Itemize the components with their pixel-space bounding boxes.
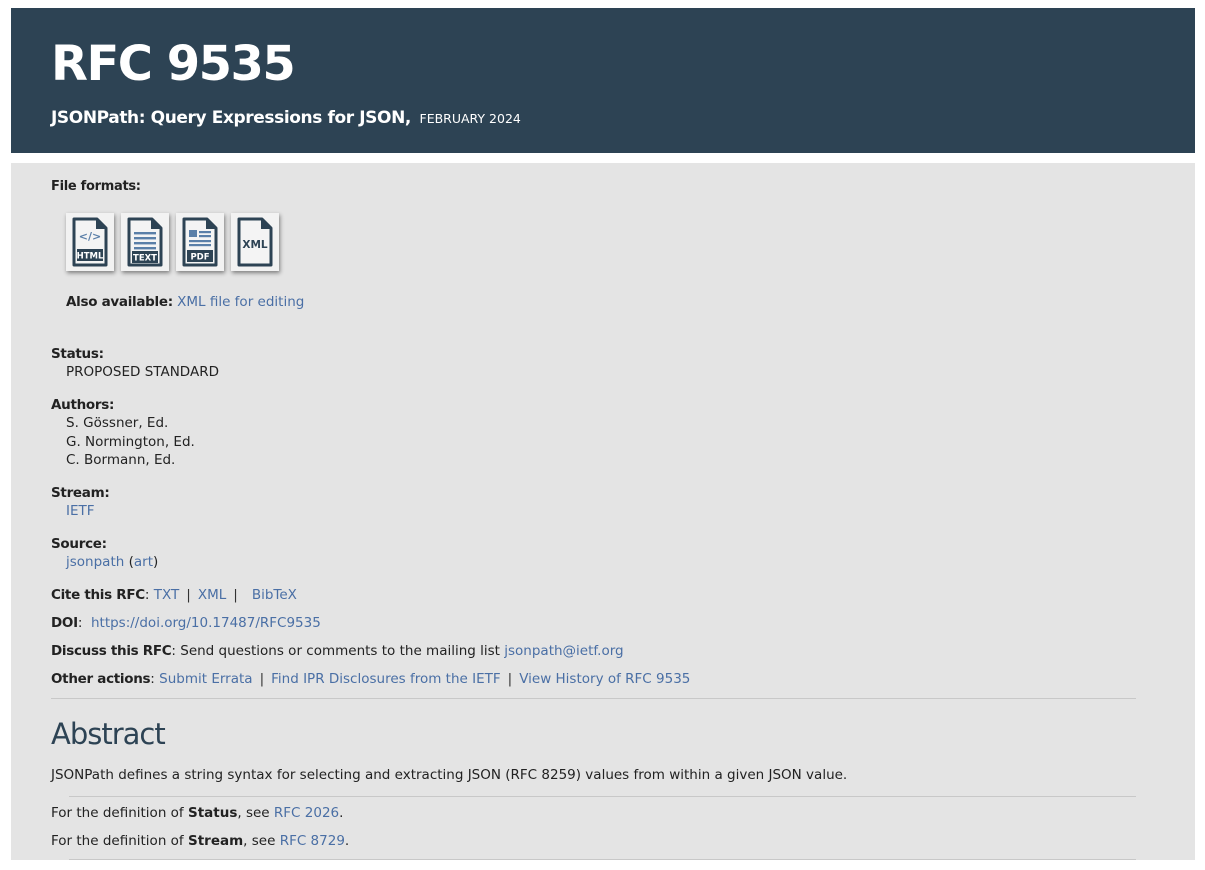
status-value: PROPOSED STANDARD (66, 364, 219, 380)
doi-link[interactable]: https://doi.org/10.17487/RFC9535 (91, 615, 321, 631)
view-history-link[interactable]: View History of RFC 9535 (519, 671, 690, 687)
source-value: jsonpath (art) (66, 553, 158, 571)
discuss-row: Discuss this RFC: Send questions or comm… (51, 642, 624, 660)
html-icon-label: HTML (77, 252, 104, 262)
definition-suffix: . (339, 805, 344, 821)
abstract-heading: Abstract (51, 717, 166, 751)
xml-format-button[interactable]: XML (231, 213, 279, 271)
submit-errata-link[interactable]: Submit Errata (159, 671, 252, 687)
author-item: C. Bormann, Ed. (66, 452, 176, 468)
stream-definition: For the definition of Stream, see RFC 87… (51, 832, 349, 850)
cite-xml-link[interactable]: XML (198, 587, 226, 603)
separator: | (233, 587, 238, 603)
cite-label: Cite this RFC (51, 587, 145, 603)
authors-label: Authors: (51, 397, 115, 413)
definition-mid: , see (237, 805, 270, 821)
divider (51, 698, 1136, 699)
rfc8729-link[interactable]: RFC 8729 (280, 833, 345, 849)
status-definition: For the definition of Status, see RFC 20… (51, 804, 343, 822)
discuss-text: : Send questions or comments to the mail… (171, 643, 500, 659)
doi-row: DOI: https://doi.org/10.17487/RFC9535 (51, 614, 321, 632)
cite-row: Cite this RFC: TXT | XML | BibTeX (51, 586, 297, 604)
definition-prefix: For the definition of (51, 805, 184, 821)
other-actions-label: Other actions (51, 671, 151, 687)
xml-editing-link[interactable]: XML file for editing (177, 294, 304, 310)
source-art-link[interactable]: art (134, 554, 153, 570)
author-item: S. Gössner, Ed. (66, 415, 169, 431)
doi-label: DOI (51, 615, 78, 631)
definition-mid: , see (243, 833, 276, 849)
rfc-subtitle: JSONPath: Query Expressions for JSON, FE… (51, 108, 521, 128)
discuss-label: Discuss this RFC (51, 643, 172, 659)
pdf-file-icon: PDF (182, 217, 218, 267)
also-available-label: Also available: (66, 294, 173, 310)
text-icon-label: TEXT (133, 254, 157, 264)
svg-text:</>: </> (79, 230, 101, 243)
author-item: G. Normington, Ed. (66, 433, 195, 450)
stream-link[interactable]: IETF (66, 503, 95, 519)
rfc-header: RFC 9535 JSONPath: Query Expressions for… (11, 8, 1195, 153)
cite-bibtex-link[interactable]: BibTeX (252, 587, 297, 603)
definition-term: Stream (187, 833, 244, 849)
stream-value: IETF (66, 502, 95, 520)
doi-colon: : (77, 615, 83, 631)
xml-file-icon: XML (237, 217, 273, 267)
text-file-icon: TEXT (127, 217, 163, 267)
html-file-icon: </> HTML (72, 217, 108, 267)
xml-icon-label: XML (242, 239, 268, 251)
pdf-format-button[interactable]: PDF (176, 213, 224, 271)
pdf-icon-label: PDF (190, 253, 209, 263)
source-close-paren: ) (153, 554, 159, 570)
rfc-title: RFC 9535 (51, 36, 296, 92)
definition-prefix: For the definition of (51, 833, 184, 849)
other-actions-row: Other actions: Submit Errata | Find IPR Di… (51, 670, 690, 688)
source-link[interactable]: jsonpath (66, 554, 124, 570)
divider (69, 859, 1136, 860)
definition-term: Status (187, 805, 238, 821)
definition-suffix: . (344, 833, 350, 849)
cite-txt-link[interactable]: TXT (154, 587, 180, 603)
separator: | (186, 587, 191, 603)
stream-label: Stream: (51, 485, 110, 501)
authors-list: S. Gössner, Ed. G. Normington, Ed. C. Bo… (66, 414, 195, 470)
cite-colon: : (144, 587, 150, 603)
source-label: Source: (51, 536, 107, 552)
rfc-info-panel: File formats: </> HTML TEXT PDF XML Also… (11, 163, 1195, 860)
rfc-date: FEBRUARY 2024 (419, 111, 521, 126)
text-format-button[interactable]: TEXT (121, 213, 169, 271)
abstract-text: JSONPath defines a string syntax for sel… (51, 767, 848, 783)
status-label: Status: (51, 346, 104, 362)
separator: | (507, 671, 513, 687)
also-available: Also available: XML file for editing (66, 293, 304, 311)
divider (69, 796, 1136, 797)
rfc2026-link[interactable]: RFC 2026 (274, 805, 339, 821)
mailing-list-link[interactable]: jsonpath@ietf.org (504, 643, 623, 659)
separator: | (259, 671, 265, 687)
file-formats-label: File formats: (51, 179, 141, 194)
ipr-disclosures-link[interactable]: Find IPR Disclosures from the IETF (271, 671, 501, 687)
file-formats-list: </> HTML TEXT PDF XML (66, 213, 279, 271)
html-format-button[interactable]: </> HTML (66, 213, 114, 271)
rfc-subtitle-text: JSONPath: Query Expressions for JSON, (51, 108, 411, 128)
other-actions-colon: : (150, 671, 155, 687)
